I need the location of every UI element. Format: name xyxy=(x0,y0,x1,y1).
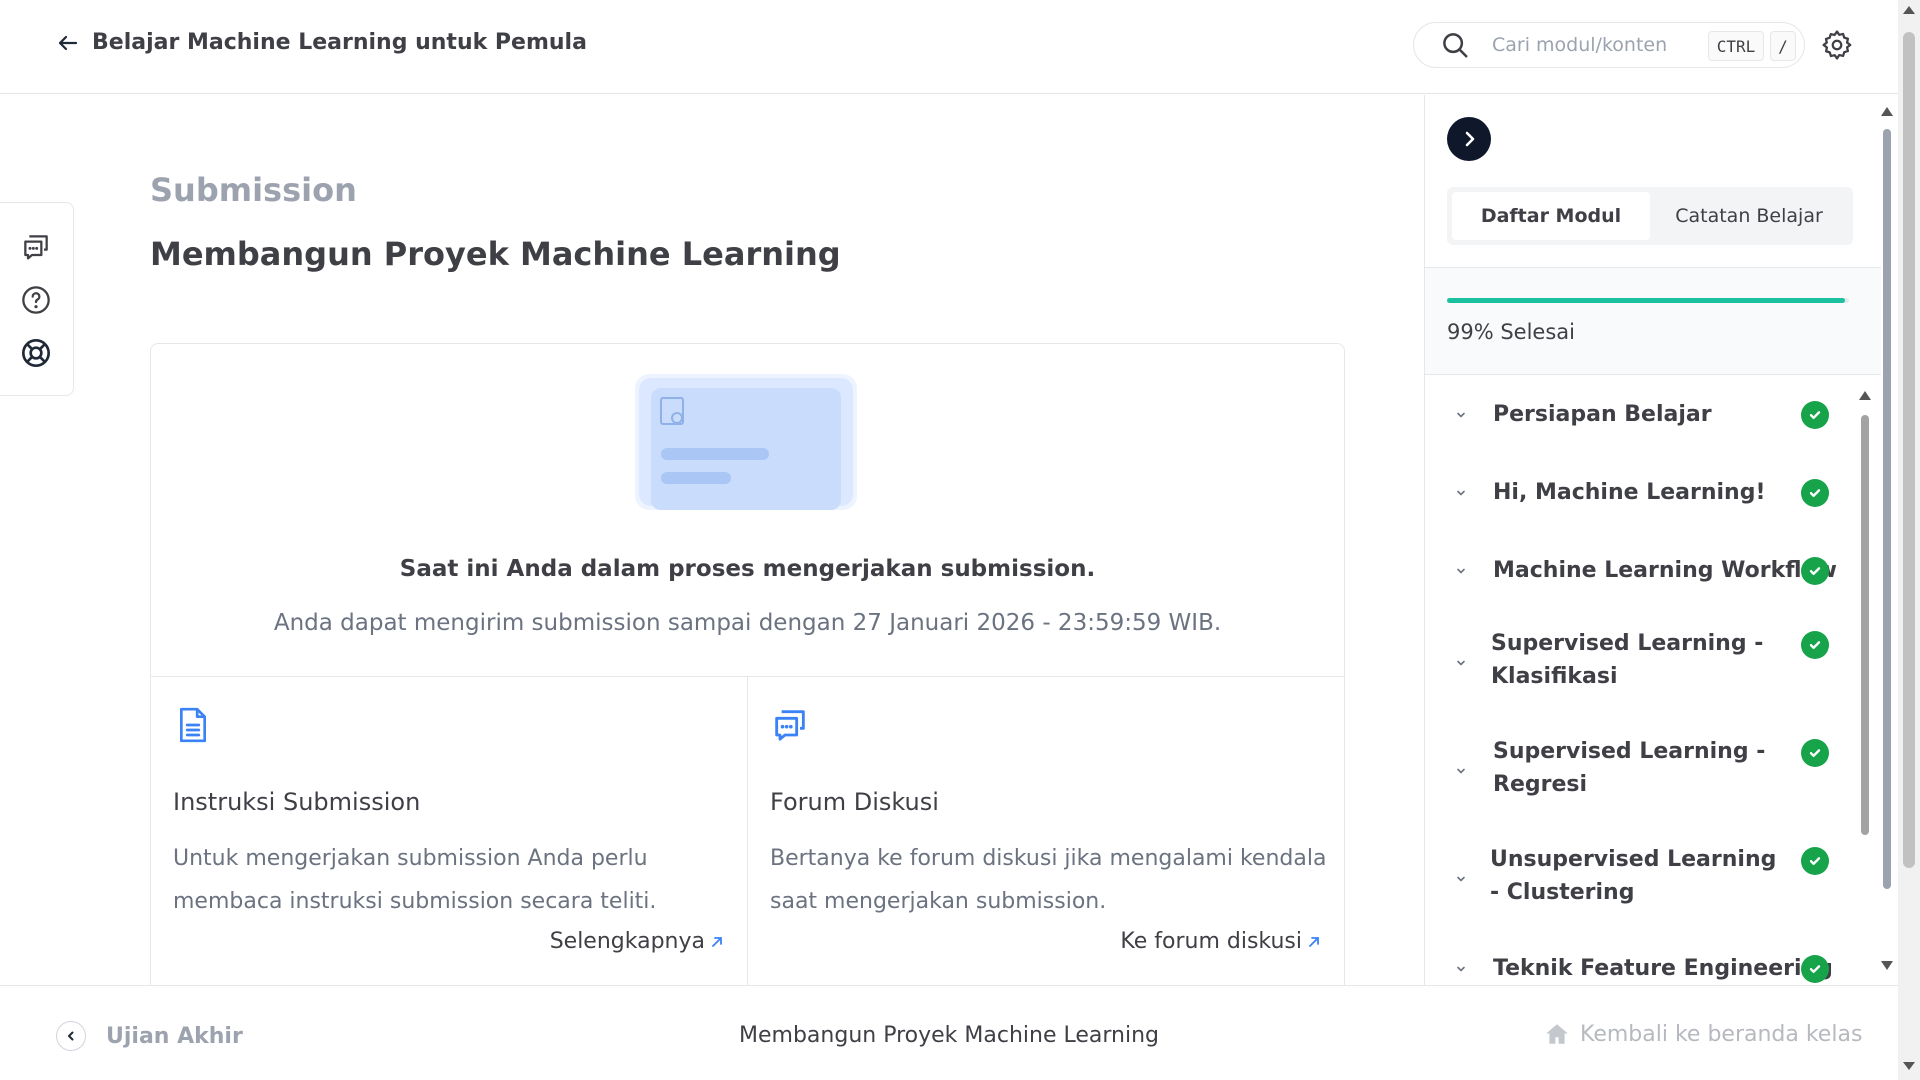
search-input[interactable] xyxy=(1492,34,1702,56)
chevron-down-icon xyxy=(1457,490,1465,496)
chevron-down-icon xyxy=(1457,966,1465,972)
collapse-sidebar-button[interactable] xyxy=(1447,117,1491,161)
completed-check-icon xyxy=(1801,479,1829,507)
submission-illustration xyxy=(635,374,857,510)
shortcut-ctrl-key: CTRL xyxy=(1708,31,1764,61)
progress-label: 99% Selesai xyxy=(1447,320,1575,344)
module-title: Machine Learning Workflow xyxy=(1493,558,1837,583)
home-icon xyxy=(1546,1024,1568,1044)
scroll-up-arrow[interactable] xyxy=(1859,391,1871,400)
module-title: Teknik Feature Engineering xyxy=(1493,956,1833,981)
module-title: Persiapan Belajar xyxy=(1493,402,1712,427)
scroll-down-arrow[interactable] xyxy=(1881,961,1893,970)
chevron-down-icon xyxy=(1457,568,1465,574)
module-item[interactable]: Teknik Feature Engineering xyxy=(1425,951,1855,983)
search-icon xyxy=(1443,33,1468,58)
tab-daftar-modul[interactable]: Daftar Modul xyxy=(1452,192,1650,240)
main-content: Submission Membangun Proyek Machine Lear… xyxy=(0,95,1424,1003)
bottom-navigation: Ujian Akhir Membangun Proyek Machine Lea… xyxy=(0,985,1898,1080)
page-title: Membangun Proyek Machine Learning xyxy=(150,235,841,273)
section-label: Submission xyxy=(150,171,357,209)
module-list-scrollbar[interactable] xyxy=(1855,387,1875,983)
submission-status-title: Saat ini Anda dalam proses mengerjakan s… xyxy=(399,556,1096,582)
forum-title: Forum Diskusi xyxy=(770,788,939,816)
forum-link-label: Ke forum diskusi xyxy=(1120,929,1302,954)
instructions-more-link[interactable]: Selengkapnya xyxy=(550,929,723,954)
module-title: Supervised Learning - Klasifikasi xyxy=(1491,631,1764,689)
search-box[interactable]: CTRL / xyxy=(1413,22,1805,68)
chevron-down-icon xyxy=(1457,768,1465,774)
sidebar-scrollbar[interactable] xyxy=(1877,95,1897,985)
submission-deadline-text: Anda dapat mengirim submission sampai de… xyxy=(273,610,1222,636)
instructions-text: Untuk mengerjakan submission Anda perlu … xyxy=(173,846,657,914)
module-item[interactable]: Machine Learning Workflow xyxy=(1425,553,1855,589)
completed-check-icon xyxy=(1801,401,1829,429)
completed-check-icon xyxy=(1801,557,1829,585)
forum-text: Bertanya ke forum diskusi jika mengalami… xyxy=(770,846,1327,914)
progress-section: 99% Selesai xyxy=(1425,267,1881,375)
forum-link[interactable]: Ke forum diskusi xyxy=(1120,929,1320,954)
completed-check-icon xyxy=(1801,739,1829,767)
module-sidebar: Daftar Modul Catatan Belajar 99% Selesai… xyxy=(1424,95,1898,985)
progress-bar xyxy=(1447,298,1849,303)
chevron-down-icon xyxy=(1457,660,1465,666)
module-item[interactable]: Persiapan Belajar xyxy=(1425,397,1855,433)
instructions-panel: Instruksi Submission Untuk mengerjakan s… xyxy=(151,677,747,1002)
back-to-course-link[interactable]: Belajar Machine Learning untuk Pemula xyxy=(56,30,587,55)
module-item[interactable]: Supervised Learning - Regresi xyxy=(1425,735,1855,807)
document-icon xyxy=(180,707,206,743)
tab-catatan-belajar[interactable]: Catatan Belajar xyxy=(1650,192,1848,240)
course-title: Belajar Machine Learning untuk Pemula xyxy=(92,30,587,55)
progress-bar-fill xyxy=(1447,298,1845,303)
gear-icon[interactable] xyxy=(1820,28,1854,62)
external-link-icon xyxy=(1309,936,1319,947)
back-to-class-home-label: Kembali ke beranda kelas xyxy=(1580,1021,1863,1047)
shortcut-slash-key: / xyxy=(1770,31,1796,61)
scrollbar-thumb[interactable] xyxy=(1883,129,1891,889)
completed-check-icon xyxy=(1801,631,1829,659)
chevron-right-icon xyxy=(1465,131,1475,147)
sidebar-tabs: Daftar Modul Catatan Belajar xyxy=(1447,187,1853,245)
scrollbar-thumb[interactable] xyxy=(1903,32,1915,868)
module-title: Hi, Machine Learning! xyxy=(1493,480,1766,505)
forum-panel: Forum Diskusi Bertanya ke forum diskusi … xyxy=(748,677,1344,1002)
module-title: Unsupervised Learning - Clustering xyxy=(1490,847,1777,905)
external-link-icon xyxy=(712,936,722,947)
discussion-icon xyxy=(775,710,805,741)
completed-check-icon xyxy=(1801,847,1829,875)
module-title: Supervised Learning - Regresi xyxy=(1493,739,1766,797)
scroll-down-arrow[interactable] xyxy=(1903,1062,1915,1070)
arrow-left-icon xyxy=(58,35,78,50)
module-item[interactable]: Hi, Machine Learning! xyxy=(1425,475,1855,511)
instructions-more-label: Selengkapnya xyxy=(549,929,705,954)
instructions-title: Instruksi Submission xyxy=(173,788,421,816)
submission-card: Saat ini Anda dalam proses mengerjakan s… xyxy=(150,343,1345,1003)
scrollbar-thumb[interactable] xyxy=(1861,415,1869,835)
module-item[interactable]: Unsupervised Learning - Clustering xyxy=(1425,843,1855,915)
module-list: Persiapan Belajar Hi, Machine Learning! … xyxy=(1425,377,1881,983)
back-to-class-home-link[interactable]: Kembali ke beranda kelas xyxy=(1544,1021,1862,1047)
page-scrollbar[interactable] xyxy=(1898,0,1920,1080)
scroll-up-arrow[interactable] xyxy=(1903,6,1915,14)
top-header: Belajar Machine Learning untuk Pemula CT… xyxy=(0,0,1898,94)
chevron-down-icon xyxy=(1457,412,1465,418)
module-item[interactable]: Supervised Learning - Klasifikasi xyxy=(1425,627,1855,699)
chevron-down-icon xyxy=(1457,876,1465,882)
completed-check-icon xyxy=(1801,955,1829,983)
scroll-up-arrow[interactable] xyxy=(1881,107,1893,116)
